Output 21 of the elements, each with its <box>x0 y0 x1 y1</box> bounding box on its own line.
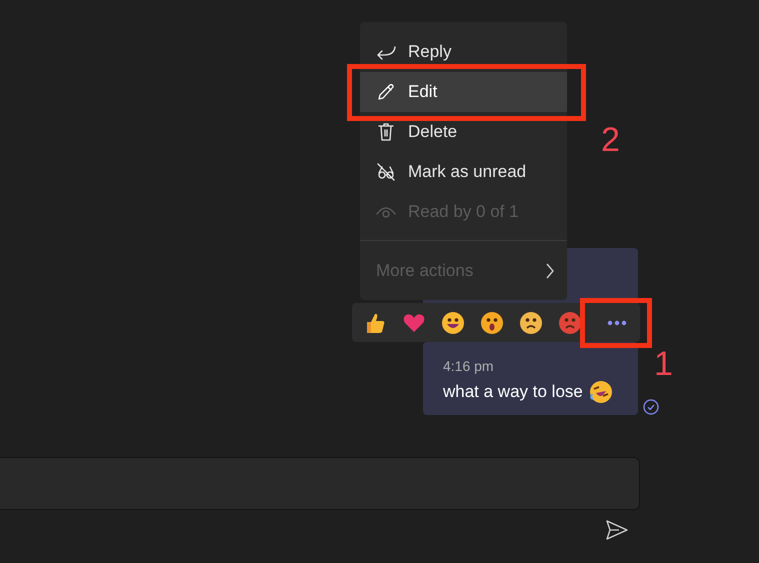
message-time: 4:16 pm <box>443 358 495 374</box>
menu-item[interactable]: Delete <box>360 112 567 152</box>
chevron-right-icon <box>545 263 555 279</box>
laughing-emoji-icon <box>588 380 613 404</box>
menu-item[interactable]: Mark as unread <box>360 152 567 192</box>
check-icon <box>643 399 659 415</box>
send-icon[interactable] <box>606 520 628 540</box>
angry-emoji-icon[interactable] <box>558 310 582 334</box>
highlight-frame <box>580 298 652 348</box>
menu-item[interactable]: Edit <box>360 72 567 112</box>
glasses-crossed-icon <box>376 162 396 182</box>
trash-icon <box>376 122 396 142</box>
step-number: 1 <box>654 347 673 381</box>
message-text: what a way to lose <box>443 382 583 402</box>
sad-emoji-icon[interactable] <box>519 310 543 334</box>
laugh-emoji-icon[interactable] <box>441 310 465 334</box>
pencil-icon <box>376 82 396 102</box>
wow-emoji-icon[interactable] <box>480 310 504 334</box>
step-number: 2 <box>601 123 620 157</box>
menu-item[interactable]: Reply <box>360 32 567 72</box>
more-icon <box>607 320 627 326</box>
